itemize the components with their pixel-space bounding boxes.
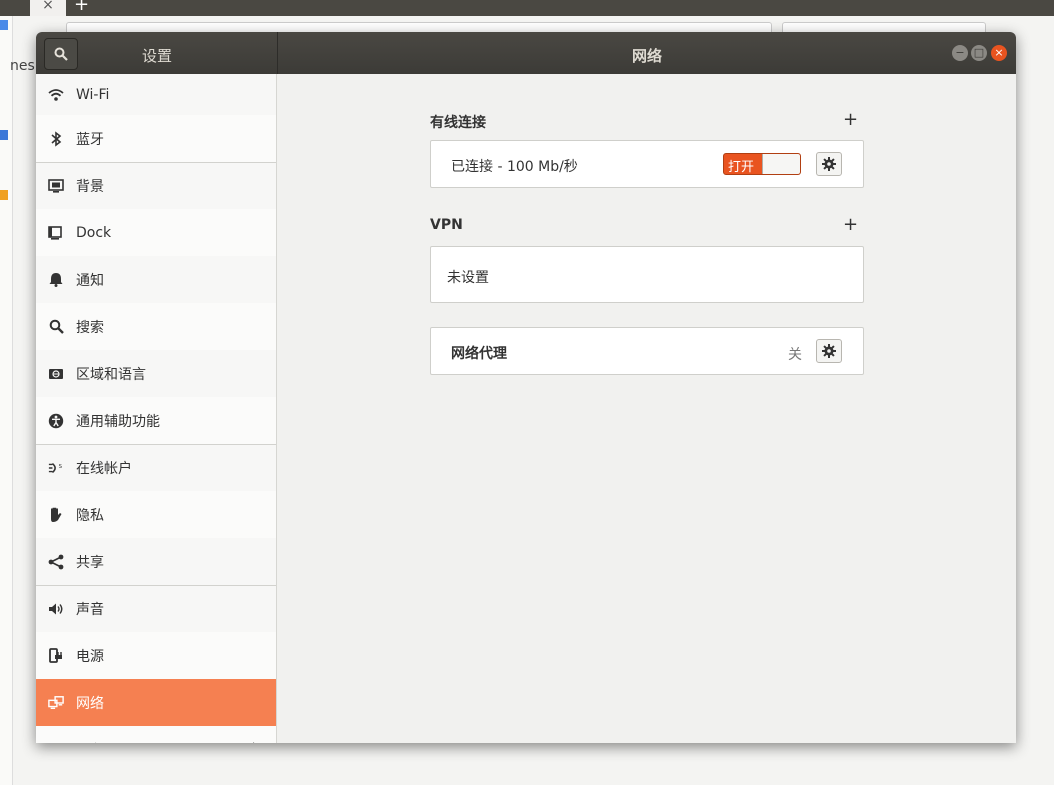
sidebar-item-dock[interactable]: Dock xyxy=(36,209,276,256)
vpn-list: 未设置 xyxy=(430,246,864,303)
wired-connection-row: 已连接 - 100 Mb/秒 打开 xyxy=(430,140,864,188)
add-wired-button[interactable]: + xyxy=(843,111,858,129)
sidebar-item-label: 背景 xyxy=(76,179,104,195)
speaker-icon xyxy=(48,601,64,617)
sidebar-item-bluetooth[interactable]: 蓝牙 xyxy=(36,115,276,162)
background-icon xyxy=(48,178,64,194)
sidebar-title: 设置 xyxy=(142,47,173,65)
sidebar-item-background[interactable]: 背景 xyxy=(36,162,276,209)
page-title: 网络 xyxy=(632,47,663,65)
background-tab[interactable]: × xyxy=(30,0,66,16)
background-app-icon xyxy=(0,130,8,140)
sidebar-item-sound[interactable]: 声音 xyxy=(36,585,276,632)
close-icon: × xyxy=(994,46,1004,59)
devices-icon xyxy=(48,742,64,743)
bluetooth-icon xyxy=(48,130,64,147)
sidebar-item-label: 蓝牙 xyxy=(76,131,104,148)
sidebar: Wi-Fi 蓝牙 背景 Dock 通知 搜索 区域和语言 通用辅助功能 S 在线… xyxy=(36,74,277,743)
sidebar-item-notifications[interactable]: 通知 xyxy=(36,256,276,303)
power-icon xyxy=(48,647,64,664)
sidebar-item-label: 区域和语言 xyxy=(76,366,146,383)
network-proxy-row[interactable]: 网络代理 关 xyxy=(430,327,864,375)
region-icon xyxy=(48,366,64,382)
vpn-empty-label: 未设置 xyxy=(447,270,489,286)
sidebar-item-accessibility[interactable]: 通用辅助功能 xyxy=(36,397,276,444)
maximize-icon: □ xyxy=(973,46,985,59)
wifi-icon xyxy=(48,87,64,103)
sidebar-item-label: 通用辅助功能 xyxy=(76,413,160,430)
sidebar-item-label: Wi-Fi xyxy=(76,86,110,103)
sidebar-item-search[interactable]: 搜索 xyxy=(36,303,276,350)
sidebar-item-label: 搜索 xyxy=(76,319,104,336)
wired-toggle-switch[interactable]: 打开 xyxy=(723,153,801,175)
wired-status: 已连接 - 100 Mb/秒 xyxy=(451,159,578,175)
sidebar-item-region-language[interactable]: 区域和语言 xyxy=(36,350,276,397)
sidebar-item-privacy[interactable]: 隐私 xyxy=(36,491,276,538)
sidebar-item-label: Dock xyxy=(76,224,112,241)
minimize-button[interactable]: − xyxy=(952,45,968,61)
share-icon xyxy=(48,554,64,570)
sidebar-item-power[interactable]: 电源 xyxy=(36,632,276,679)
proxy-label: 网络代理 xyxy=(451,346,507,362)
sidebar-item-devices[interactable]: 设备 xyxy=(36,726,276,743)
sidebar-item-wifi[interactable]: Wi-Fi xyxy=(36,74,276,115)
sidebar-item-label: 隐私 xyxy=(76,507,104,524)
toggle-knob xyxy=(762,154,800,174)
close-button[interactable]: × xyxy=(991,45,1007,61)
sidebar-item-label: 声音 xyxy=(76,602,104,618)
online-accounts-icon: S xyxy=(48,460,64,476)
background-app-icon xyxy=(0,20,8,30)
svg-text:S: S xyxy=(59,464,63,470)
wired-settings-button[interactable] xyxy=(816,152,842,176)
background-browser-tabbar xyxy=(0,0,1054,16)
bell-icon xyxy=(48,272,64,288)
sidebar-item-label: 通知 xyxy=(76,272,104,289)
add-vpn-button[interactable]: + xyxy=(843,216,858,234)
settings-window: 设置 网络 − □ × Wi-Fi 蓝牙 背景 Dock 通知 搜索 区域和语言… xyxy=(36,32,1016,743)
chevron-right-icon xyxy=(253,742,255,743)
proxy-settings-button[interactable] xyxy=(816,339,842,363)
titlebar-divider xyxy=(277,32,278,74)
vpn-section-title: VPN xyxy=(430,217,463,233)
search-icon xyxy=(48,319,64,335)
sidebar-item-sharing[interactable]: 共享 xyxy=(36,538,276,585)
minimize-icon: − xyxy=(955,46,965,59)
wired-section-title: 有线连接 xyxy=(430,115,486,131)
sidebar-item-label: 设备 xyxy=(76,740,104,744)
gear-icon xyxy=(822,344,836,358)
maximize-button[interactable]: □ xyxy=(971,45,987,61)
network-icon xyxy=(48,695,64,711)
sidebar-search-button[interactable] xyxy=(44,38,78,70)
accessibility-icon xyxy=(48,413,64,429)
network-panel: 有线连接 + 已连接 - 100 Mb/秒 打开 VPN + 未设置 网络代理 … xyxy=(277,74,1016,743)
sidebar-item-online-accounts[interactable]: S 在线帐户 xyxy=(36,444,276,491)
sidebar-item-label: 网络 xyxy=(76,695,104,712)
sidebar-item-label: 共享 xyxy=(76,554,104,571)
sidebar-item-network[interactable]: 网络 xyxy=(36,679,276,726)
sidebar-item-label: 电源 xyxy=(76,648,104,665)
titlebar: 设置 网络 − □ × xyxy=(36,32,1016,74)
background-app-icon xyxy=(0,190,8,200)
toggle-on-label: 打开 xyxy=(728,160,755,175)
search-icon xyxy=(54,47,68,61)
gear-icon xyxy=(822,157,836,171)
new-tab-button[interactable]: + xyxy=(74,0,89,14)
privacy-hand-icon xyxy=(48,507,64,523)
tab-close-icon[interactable]: × xyxy=(42,0,54,13)
sidebar-item-label: 在线帐户 xyxy=(76,461,132,477)
proxy-state: 关 xyxy=(788,347,802,363)
background-partial-text: nes xyxy=(10,58,35,74)
dock-icon xyxy=(48,225,64,241)
